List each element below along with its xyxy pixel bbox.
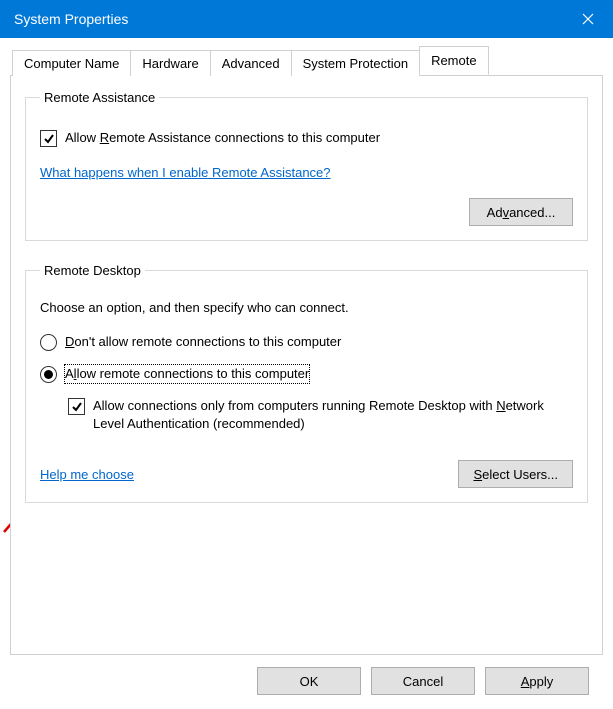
group-remote-assistance-legend: Remote Assistance <box>40 90 159 105</box>
button-apply[interactable]: Apply <box>485 667 589 695</box>
titlebar: System Properties <box>0 0 613 38</box>
button-ok[interactable]: OK <box>257 667 361 695</box>
link-help-me-choose[interactable]: Help me choose <box>40 467 134 482</box>
tab-advanced[interactable]: Advanced <box>210 50 292 76</box>
button-select-users[interactable]: Select Users... <box>458 460 573 488</box>
tab-panel-remote: Remote Assistance Allow Remote Assistanc… <box>10 75 603 655</box>
row-allow-remote-assistance: Allow Remote Assistance connections to t… <box>40 129 573 147</box>
checkbox-allow-remote-assistance-label: Allow Remote Assistance connections to t… <box>65 129 380 147</box>
button-remote-assistance-advanced[interactable]: Advanced... <box>469 198 573 226</box>
tab-remote[interactable]: Remote <box>419 46 489 75</box>
checkbox-nla[interactable] <box>68 398 85 415</box>
radio-disallow-remote[interactable] <box>40 334 57 351</box>
dialog-button-row: OK Cancel Apply <box>10 655 603 695</box>
close-button[interactable] <box>563 0 613 38</box>
tab-system-protection[interactable]: System Protection <box>291 50 421 76</box>
checkbox-allow-remote-assistance[interactable] <box>40 130 57 147</box>
remote-desktop-intro: Choose an option, and then specify who c… <box>40 300 573 315</box>
close-icon <box>582 13 594 25</box>
radio-disallow-remote-label: Don't allow remote connections to this c… <box>65 333 341 351</box>
radio-allow-remote-label: Allow remote connections to this compute… <box>65 365 309 383</box>
content-area: Computer Name Hardware Advanced System P… <box>0 38 613 695</box>
button-cancel[interactable]: Cancel <box>371 667 475 695</box>
row-nla-checkbox: Allow connections only from computers ru… <box>40 397 573 432</box>
row-option-disallow: Don't allow remote connections to this c… <box>40 333 573 351</box>
group-remote-desktop: Remote Desktop Choose an option, and the… <box>25 263 588 503</box>
radio-allow-remote[interactable] <box>40 366 57 383</box>
checkbox-nla-label: Allow connections only from computers ru… <box>93 397 573 432</box>
tab-computer-name[interactable]: Computer Name <box>12 50 131 76</box>
row-option-allow: Allow remote connections to this compute… <box>40 365 573 383</box>
window-title: System Properties <box>14 11 128 27</box>
group-remote-assistance: Remote Assistance Allow Remote Assistanc… <box>25 90 588 241</box>
tab-strip: Computer Name Hardware Advanced System P… <box>10 46 603 75</box>
tab-hardware[interactable]: Hardware <box>130 50 210 76</box>
link-remote-assistance-help[interactable]: What happens when I enable Remote Assist… <box>40 165 331 180</box>
group-remote-desktop-legend: Remote Desktop <box>40 263 145 278</box>
